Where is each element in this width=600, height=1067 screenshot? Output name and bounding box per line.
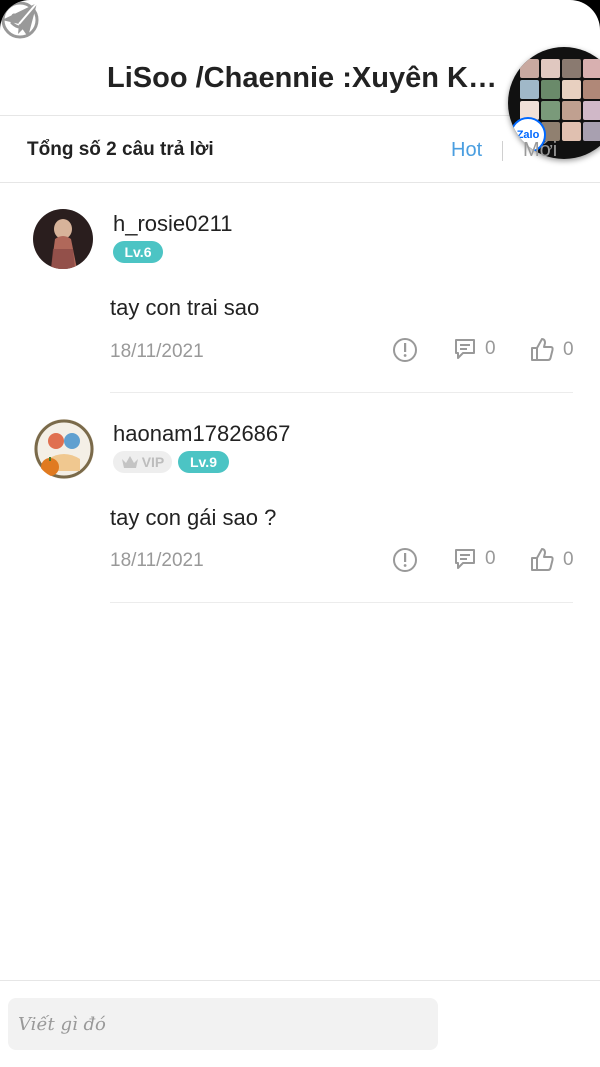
paper-plane-icon	[2, 2, 38, 37]
composer-bar	[0, 980, 600, 1067]
reply-button[interactable]: 0	[453, 337, 496, 361]
thumbs-up-icon	[531, 548, 554, 571]
comment-username[interactable]: haonam17826867	[113, 421, 290, 447]
report-button[interactable]	[392, 337, 418, 363]
comment-icon	[455, 339, 475, 359]
report-button[interactable]	[392, 547, 418, 573]
comment-item: h_rosie0211 Lv.6 tay con trai sao 18/11/…	[0, 183, 600, 393]
reply-button[interactable]: 0	[453, 547, 496, 571]
answers-subheader: Tổng số 2 câu trả lời Hot Mới	[0, 117, 600, 183]
vip-badge: VIP	[113, 451, 172, 473]
level-badge: Lv.6	[113, 241, 163, 263]
thumbs-up-icon	[531, 338, 554, 361]
like-count: 0	[563, 338, 574, 360]
comment-date: 18/11/2021	[110, 550, 204, 571]
level-badge: Lv.9	[178, 451, 229, 473]
like-button[interactable]: 0	[530, 337, 574, 362]
reply-count: 0	[485, 338, 496, 359]
page-title: LiSoo /Chaennie :Xuyên Kh...	[107, 62, 497, 94]
exclamation-circle-icon	[393, 548, 417, 572]
tab-new[interactable]: Mới	[523, 139, 557, 162]
like-count: 0	[563, 548, 574, 570]
comment-username[interactable]: h_rosie0211	[113, 211, 232, 237]
like-button[interactable]: 0	[530, 547, 574, 572]
exclamation-circle-icon	[393, 338, 417, 362]
comment-item: haonam17826867 VIP Lv.9 tay con gái sao …	[0, 393, 600, 603]
crown-icon	[121, 456, 138, 468]
comment-icon	[455, 549, 475, 569]
tab-hot[interactable]: Hot	[451, 139, 482, 162]
comment-text: tay con trai sao	[110, 295, 260, 320]
comment-input[interactable]	[8, 998, 438, 1050]
send-button[interactable]	[0, 0, 40, 45]
reply-count: 0	[485, 548, 496, 569]
avatar[interactable]	[33, 209, 93, 269]
comment-date: 18/11/2021	[110, 341, 204, 362]
answers-sheet: LiSoo /Chaennie :Xuyên Kh... Zalo Tổng s…	[0, 0, 600, 1067]
tab-divider	[502, 141, 503, 161]
comment-divider	[110, 602, 573, 603]
avatar[interactable]	[34, 419, 94, 479]
comment-text: tay con gái sao ?	[110, 505, 277, 530]
answer-count: Tổng số 2 câu trả lời	[27, 139, 214, 160]
vip-label: VIP	[141, 454, 165, 470]
